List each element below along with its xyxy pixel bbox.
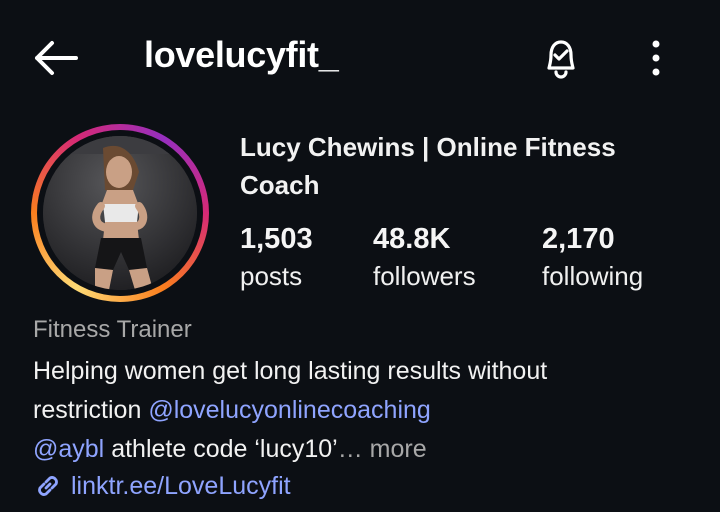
bio-ellipsis: …	[337, 435, 363, 463]
bio-text: restriction	[33, 396, 149, 424]
stat-followers[interactable]: 48.8K followers	[373, 222, 476, 296]
external-link[interactable]: linktr.ee/LoveLucyfit	[33, 468, 291, 504]
avatar-photo	[43, 136, 197, 290]
stat-label: posts	[240, 261, 303, 291]
stat-label: followers	[373, 261, 476, 291]
stat-label: following	[542, 261, 644, 291]
more-button[interactable]: more	[363, 435, 427, 463]
profile-category: Fitness Trainer	[33, 316, 192, 343]
avatar[interactable]	[43, 136, 197, 290]
bell-check-icon	[547, 40, 575, 79]
mention-link[interactable]: @aybl	[33, 435, 104, 463]
more-options-button[interactable]	[640, 38, 672, 78]
stat-value: 1,503	[240, 223, 313, 255]
back-button[interactable]	[30, 36, 82, 80]
bio-line-2: restriction @lovelucyonlinecoaching	[33, 391, 693, 430]
profile-username: lovelucyfit_	[144, 34, 339, 75]
mention-link[interactable]: @lovelucyonlinecoaching	[148, 396, 431, 424]
avatar-gap	[37, 130, 203, 296]
link-text: linktr.ee/LoveLucyfit	[71, 471, 291, 500]
stat-posts[interactable]: 1,503 posts	[240, 222, 313, 296]
top-bar: lovelucyfit_	[0, 0, 720, 115]
bio: Helping women get long lasting results w…	[33, 352, 693, 469]
kebab-menu-icon	[652, 40, 660, 76]
notifications-button[interactable]	[537, 34, 585, 82]
bio-line-1: Helping women get long lasting results w…	[33, 357, 548, 385]
story-ring[interactable]	[31, 124, 209, 302]
bio-text: athlete code ‘lucy10’	[104, 435, 338, 463]
arrow-left-icon	[35, 41, 78, 75]
stat-value: 2,170	[542, 223, 615, 255]
stat-following[interactable]: 2,170 following	[542, 222, 643, 296]
link-icon	[38, 476, 58, 496]
display-name: Lucy Chewins | Online Fitness Coach	[240, 132, 616, 200]
bio-line-3: @aybl athlete code ‘lucy10’… more	[33, 430, 693, 469]
stat-value: 48.8K	[373, 223, 451, 255]
